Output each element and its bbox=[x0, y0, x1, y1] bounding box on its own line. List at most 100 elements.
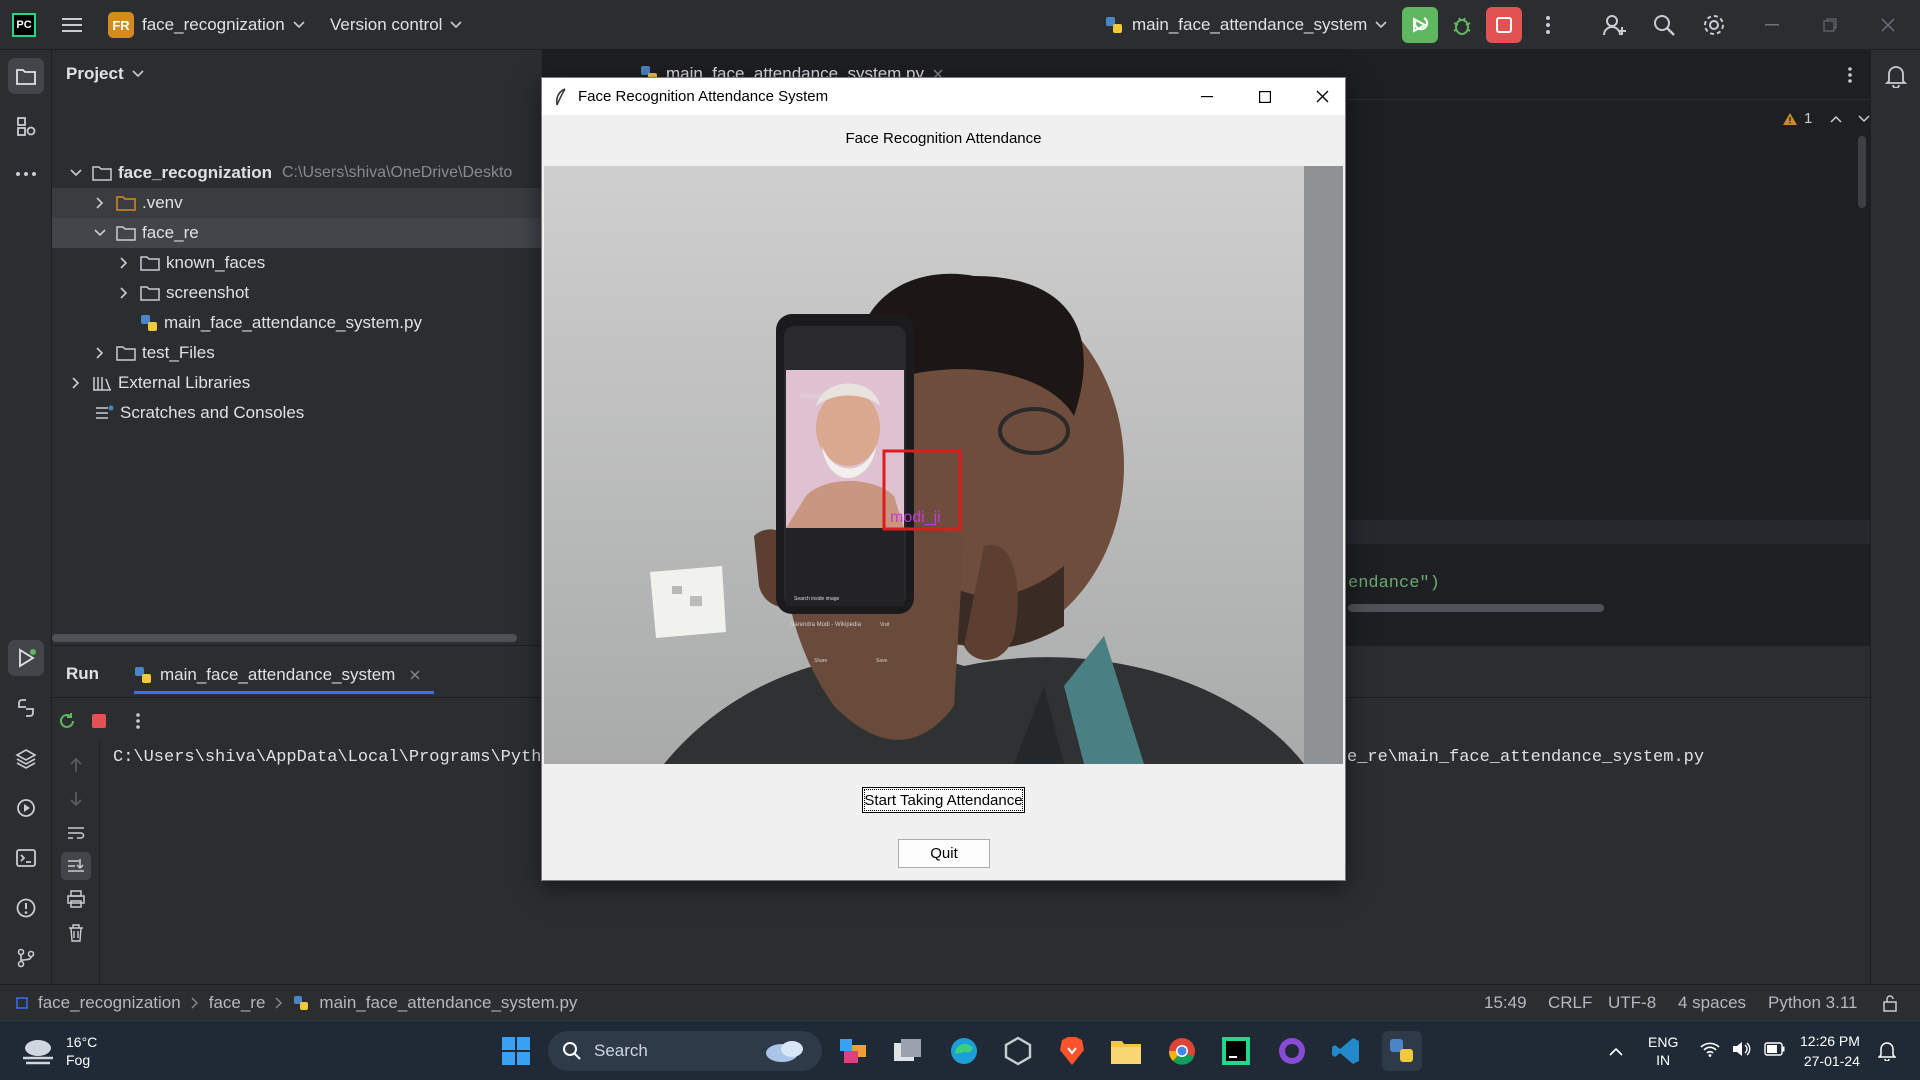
rerun-icon[interactable] bbox=[56, 710, 78, 732]
settings-gear-icon[interactable] bbox=[1700, 11, 1728, 39]
dialog-minimize-icon[interactable] bbox=[1184, 78, 1230, 115]
chevron-right-icon bbox=[72, 377, 80, 389]
print-icon[interactable] bbox=[65, 888, 87, 910]
windows-taskbar: 16°C Fog Search ENG IN 12:26 PM 27-01-24 bbox=[0, 1020, 1920, 1080]
scroll-to-end-icon[interactable] bbox=[61, 852, 91, 880]
windows-start-icon[interactable] bbox=[496, 1031, 536, 1071]
taskbar-search-box[interactable]: Search bbox=[548, 1031, 822, 1071]
indent-setting[interactable]: 4 spaces bbox=[1678, 993, 1746, 1013]
edge-browser-icon[interactable] bbox=[944, 1031, 984, 1071]
structure-tool-button[interactable] bbox=[8, 108, 44, 144]
horizontal-scrollbar[interactable] bbox=[52, 634, 517, 642]
language-indicator[interactable]: ENG IN bbox=[1648, 1033, 1678, 1069]
rerun-button[interactable] bbox=[1402, 7, 1438, 43]
trash-icon[interactable] bbox=[65, 922, 87, 944]
dialog-close-icon[interactable] bbox=[1299, 78, 1345, 115]
tree-item-external-libraries[interactable]: External Libraries bbox=[52, 368, 542, 398]
line-separator[interactable]: CRLF bbox=[1548, 993, 1592, 1013]
python-interpreter[interactable]: Python 3.11 bbox=[1768, 993, 1857, 1013]
more-tools-button[interactable] bbox=[8, 156, 44, 192]
run-tool-button[interactable] bbox=[8, 640, 44, 676]
attendance-window-titlebar[interactable]: Face Recognition Attendance System bbox=[542, 78, 1345, 115]
file-encoding[interactable]: UTF-8 bbox=[1608, 993, 1656, 1013]
debug-button[interactable] bbox=[1446, 9, 1478, 41]
layers-tool-button[interactable] bbox=[8, 740, 44, 776]
clock[interactable]: 12:26 PM 27-01-24 bbox=[1800, 1031, 1860, 1071]
python-packages-button[interactable] bbox=[8, 690, 44, 726]
tree-item-known-faces[interactable]: known_faces bbox=[52, 248, 542, 278]
fog-cloud-icon bbox=[23, 1040, 53, 1065]
breadcrumb-item[interactable]: main_face_attendance_system.py bbox=[319, 993, 577, 1013]
add-user-icon[interactable] bbox=[1600, 11, 1628, 39]
chevron-down-icon bbox=[94, 229, 106, 237]
project-switcher[interactable]: FR face_recognization bbox=[108, 12, 305, 38]
phone-visit-label: Visit bbox=[880, 622, 890, 628]
chrome-browser-icon[interactable] bbox=[1162, 1031, 1202, 1071]
close-icon[interactable] bbox=[409, 669, 421, 681]
run-tab[interactable]: main_face_attendance_system bbox=[134, 658, 434, 694]
git-tool-button[interactable] bbox=[8, 940, 44, 976]
main-menu-icon[interactable] bbox=[60, 13, 84, 37]
breadcrumb-item[interactable]: face_re bbox=[209, 993, 266, 1013]
notification-bell-icon[interactable] bbox=[1876, 1039, 1898, 1063]
tree-item-venv[interactable]: .venv bbox=[52, 188, 542, 218]
stop-icon[interactable] bbox=[90, 712, 108, 730]
pycharm-app-icon[interactable] bbox=[1216, 1031, 1256, 1071]
vscode-app-icon[interactable] bbox=[1326, 1031, 1366, 1071]
chevron-down-icon bbox=[293, 21, 305, 29]
arrow-down-icon[interactable] bbox=[65, 788, 87, 810]
task-view-icon[interactable] bbox=[888, 1031, 928, 1071]
problems-tool-button[interactable] bbox=[8, 890, 44, 926]
project-panel-header[interactable]: Project bbox=[66, 64, 144, 84]
search-icon[interactable] bbox=[1650, 11, 1678, 39]
more-actions-icon[interactable] bbox=[1538, 13, 1558, 37]
project-panel-title: Project bbox=[66, 64, 124, 83]
tree-item-label: Scratches and Consoles bbox=[120, 403, 305, 422]
tree-item-face-re[interactable]: face_re bbox=[52, 218, 542, 248]
python-tk-window-icon[interactable] bbox=[1382, 1031, 1422, 1071]
editor-horizontal-scrollbar[interactable] bbox=[1348, 604, 1604, 612]
run-more-icon[interactable] bbox=[132, 710, 144, 732]
clock-time: 12:26 PM bbox=[1800, 1033, 1860, 1049]
rerun-icon bbox=[1413, 17, 1429, 33]
tree-item-label: main_face_attendance_system.py bbox=[164, 313, 422, 332]
tree-item-main-py[interactable]: main_face_attendance_system.py bbox=[52, 308, 542, 338]
tree-item-scratches[interactable]: Scratches and Consoles bbox=[52, 398, 542, 428]
version-control-menu[interactable]: Version control bbox=[330, 12, 463, 38]
system-tray[interactable] bbox=[1700, 1041, 1786, 1057]
tree-item-root[interactable]: face_recognization C:\Users\shiva\OneDri… bbox=[52, 158, 542, 188]
services-tool-button[interactable] bbox=[8, 790, 44, 826]
stop-button[interactable] bbox=[1486, 7, 1522, 43]
tree-item-screenshot[interactable]: screenshot bbox=[52, 278, 542, 308]
chevron-down-icon[interactable] bbox=[1858, 114, 1870, 123]
brave-browser-icon[interactable] bbox=[1052, 1031, 1092, 1071]
dialog-maximize-icon[interactable] bbox=[1242, 78, 1288, 115]
editor-more-icon[interactable] bbox=[1842, 64, 1858, 86]
github-desktop-icon[interactable] bbox=[1272, 1031, 1312, 1071]
terminal-tool-button[interactable] bbox=[8, 840, 44, 876]
caret-position[interactable]: 15:49 bbox=[1484, 993, 1527, 1013]
tree-item-label: .venv bbox=[142, 193, 183, 212]
editor-vertical-scrollbar[interactable] bbox=[1858, 136, 1866, 208]
copilot-app-icon[interactable] bbox=[834, 1031, 874, 1071]
chevron-up-icon[interactable] bbox=[1606, 1041, 1626, 1061]
project-tool-button[interactable] bbox=[8, 58, 44, 94]
notifications-button[interactable] bbox=[1878, 58, 1914, 94]
file-explorer-icon[interactable] bbox=[1106, 1031, 1146, 1071]
chevron-up-icon[interactable] bbox=[1830, 115, 1842, 123]
window-minimize-icon[interactable] bbox=[1760, 14, 1784, 36]
breadcrumb-item[interactable]: face_recognization bbox=[38, 993, 181, 1013]
tree-item-test-files[interactable]: test_Files bbox=[52, 338, 542, 368]
inspection-widget[interactable]: 1 bbox=[1782, 110, 1870, 127]
unity-hub-icon[interactable] bbox=[998, 1031, 1038, 1071]
lock-icon[interactable] bbox=[1880, 993, 1900, 1013]
window-restore-icon[interactable] bbox=[1818, 14, 1842, 36]
start-attendance-button[interactable]: Start Taking Attendance bbox=[862, 787, 1025, 813]
weather-widget[interactable]: 16°C Fog bbox=[20, 1033, 97, 1069]
run-config-selector[interactable]: main_face_attendance_system bbox=[1104, 12, 1387, 38]
soft-wrap-icon[interactable] bbox=[65, 822, 87, 844]
arrow-up-icon[interactable] bbox=[65, 754, 87, 776]
window-close-icon[interactable] bbox=[1876, 14, 1900, 36]
quit-button[interactable]: Quit bbox=[898, 839, 990, 868]
pycharm-logo-icon[interactable]: PC bbox=[12, 13, 36, 37]
